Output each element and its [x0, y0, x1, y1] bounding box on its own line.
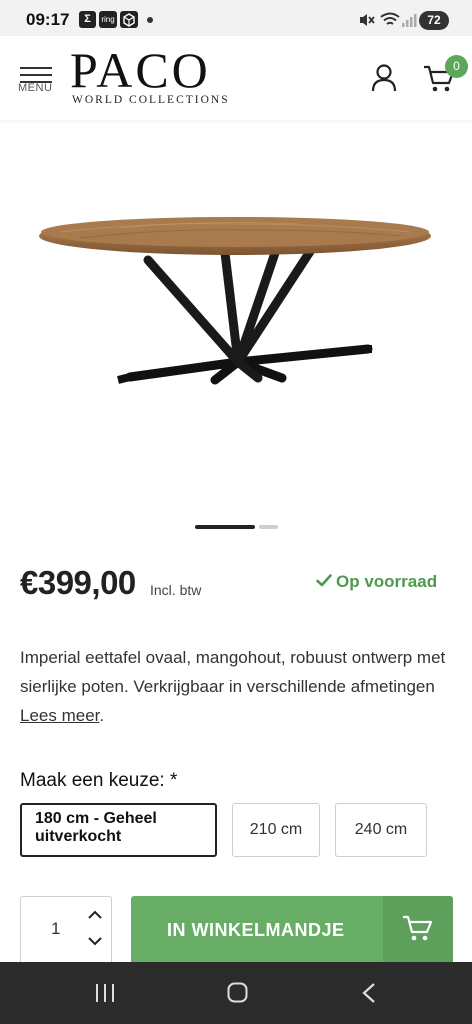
mute-icon — [360, 14, 375, 26]
account-icon[interactable] — [369, 63, 399, 93]
sigma-notification-icon: Σ — [79, 11, 96, 28]
status-bar: 09:17 Σ ring 72 — [0, 0, 472, 36]
add-to-cart-label[interactable]: IN WINKELMANDJE — [167, 920, 345, 941]
package-notification-icon — [120, 11, 138, 28]
home-icon[interactable] — [227, 982, 248, 1003]
status-time: 09:17 — [26, 10, 70, 29]
menu-label[interactable]: MENU — [18, 82, 52, 94]
more-notifications-dot — [147, 17, 153, 23]
product-image[interactable] — [0, 120, 472, 520]
quantity-stepper[interactable]: 1 — [20, 896, 112, 962]
product-description: Imperial eettafel ovaal, mangohout, robu… — [20, 648, 446, 725]
site-header: MENU PACO WORLD COLLECTIONS 0 — [0, 36, 472, 120]
option-240cm[interactable]: 240 cm — [335, 803, 427, 857]
carousel-dot-active[interactable] — [195, 525, 255, 529]
back-icon[interactable] — [361, 982, 377, 1004]
logo-text[interactable]: PACO — [70, 44, 211, 96]
option-210cm[interactable]: 210 cm — [232, 803, 320, 857]
signal-icon — [402, 14, 417, 27]
chevron-up-icon[interactable] — [87, 909, 103, 921]
add-to-cart-icon-area[interactable] — [383, 896, 453, 962]
image-carousel-indicator — [0, 525, 472, 531]
stock-status: Op voorraad — [316, 572, 437, 592]
cart-icon[interactable] — [402, 914, 434, 942]
hamburger-icon[interactable] — [20, 67, 52, 83]
add-to-cart-button[interactable]: IN WINKELMANDJE — [131, 896, 453, 962]
carousel-dot[interactable] — [259, 525, 278, 529]
system-nav-bar — [0, 962, 472, 1024]
option-180cm[interactable]: 180 cm - Geheel uitverkocht — [20, 803, 217, 857]
check-icon — [316, 574, 332, 587]
chevron-down-icon[interactable] — [87, 935, 103, 947]
product-price: €399,00 — [20, 564, 136, 601]
price-tax-note: Incl. btw — [150, 582, 202, 598]
logo-subtitle[interactable]: WORLD COLLECTIONS — [72, 94, 230, 106]
quantity-value[interactable]: 1 — [51, 919, 60, 939]
wifi-icon — [380, 12, 400, 25]
stock-status-label: Op voorraad — [336, 572, 438, 591]
ring-notification-icon: ring — [99, 11, 117, 28]
read-more-link[interactable]: Lees meer — [20, 706, 99, 725]
options-label: Maak een keuze: * — [20, 770, 178, 791]
recent-apps-icon[interactable] — [93, 983, 117, 1003]
cart-count-badge[interactable]: 0 — [445, 55, 468, 78]
description-text: Imperial eettafel ovaal, mangohout, robu… — [20, 648, 446, 696]
battery-indicator: 72 — [419, 11, 449, 30]
